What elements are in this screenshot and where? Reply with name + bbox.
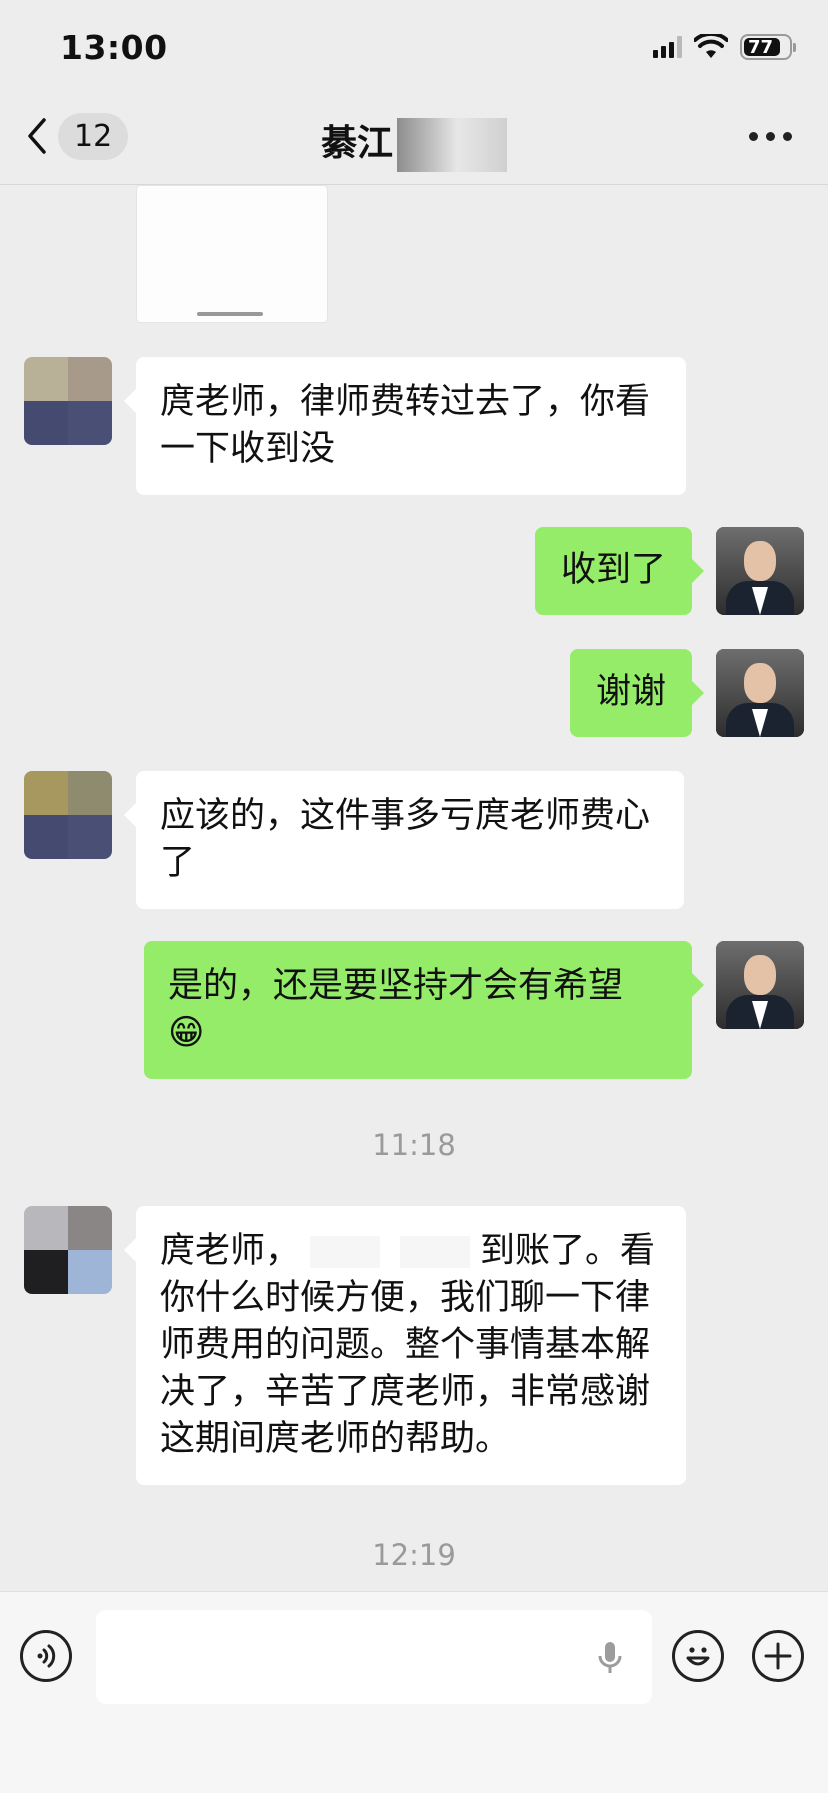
status-time: 13:00: [60, 28, 168, 67]
avatar[interactable]: [716, 941, 804, 1029]
battery-icon: 77: [740, 34, 796, 60]
timestamp: 12:19: [372, 1538, 456, 1572]
more-dots-icon[interactable]: [749, 132, 792, 141]
message-bubble[interactable]: 庹老师，律师费转过去了，你看一下收到没: [124, 357, 686, 495]
timestamp: 11:18: [372, 1128, 456, 1162]
redacted-text: [310, 1236, 381, 1268]
message-text: 谢谢: [595, 672, 666, 712]
avatar[interactable]: [716, 527, 804, 615]
avatar[interactable]: [24, 771, 112, 859]
signal-icon: [653, 36, 682, 58]
message-bubble[interactable]: 是的，还是要坚持才会有希望 😁: [144, 941, 704, 1079]
plus-icon[interactable]: [752, 1630, 804, 1682]
chat-title: 綦江: [0, 114, 828, 172]
input-bar: [0, 1591, 828, 1793]
message-bubble[interactable]: 庹老师， 到账了。看你什么时候方便，我们聊一下律师费用的问题。整个事情基本解决了，…: [124, 1206, 686, 1485]
chat-header: 12 綦江: [0, 96, 828, 185]
avatar[interactable]: [716, 649, 804, 737]
status-bar: 13:00 77: [0, 0, 828, 96]
message-input[interactable]: [96, 1610, 652, 1704]
message-bubble[interactable]: 谢谢: [569, 649, 705, 737]
chat-title-text: 綦江: [320, 123, 393, 164]
image-message[interactable]: [136, 185, 328, 323]
voice-icon[interactable]: [20, 1630, 72, 1682]
message-bubble[interactable]: 收到了: [534, 527, 705, 615]
grin-emoji-icon: 😁: [168, 1013, 205, 1053]
battery-level: 77: [748, 36, 774, 58]
message-text: 庹老师，律师费转过去了，你看一下收到没: [160, 382, 651, 469]
redacted-name: [397, 118, 507, 172]
emoji-icon[interactable]: [672, 1630, 724, 1682]
message-list[interactable]: 庹老师，律师费转过去了，你看一下收到没 收到了 谢谢 应该的，这件事多亏庹老师费…: [0, 185, 828, 1590]
message-text: 是的，还是要坚持才会有希望: [168, 966, 624, 1006]
message-text: 庹老师，: [160, 1231, 301, 1271]
status-icons: 77: [653, 34, 796, 60]
wifi-icon: [694, 34, 728, 58]
redacted-text: [400, 1236, 471, 1268]
microphone-icon[interactable]: [596, 1640, 624, 1676]
avatar[interactable]: [24, 1206, 112, 1294]
message-text: 收到了: [560, 550, 666, 590]
message-bubble[interactable]: 应该的，这件事多亏庹老师费心了: [124, 771, 684, 909]
avatar[interactable]: [24, 357, 112, 445]
message-text: 应该的，这件事多亏庹老师费心了: [160, 796, 651, 883]
